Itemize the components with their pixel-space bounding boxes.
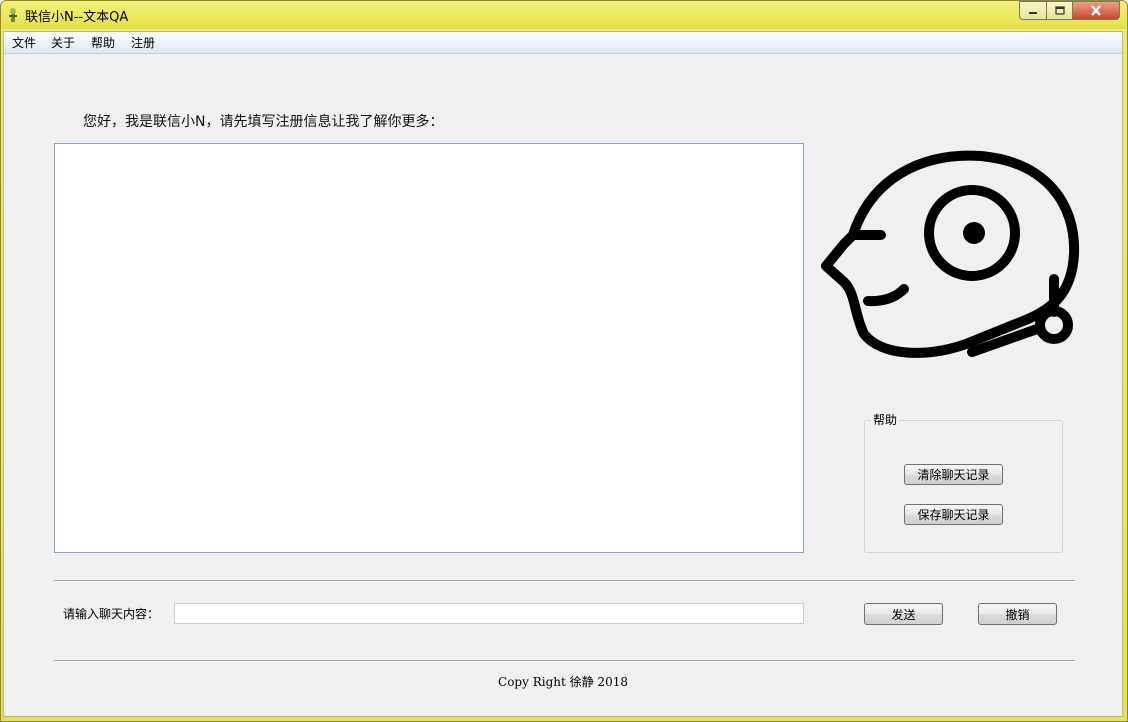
divider-bottom (54, 660, 1075, 662)
menu-file[interactable]: 文件 (12, 34, 36, 51)
menu-help[interactable]: 帮助 (91, 34, 115, 51)
divider-top (54, 580, 1075, 582)
help-group-title: 帮助 (871, 411, 900, 428)
greeting-label: 您好，我是联信小N，请先填写注册信息让我了解你更多： (83, 114, 444, 130)
maximize-button[interactable] (1046, 1, 1072, 20)
undo-button[interactable]: 撤销 (978, 603, 1057, 625)
minimize-button[interactable] (1019, 1, 1046, 20)
minimize-icon (1029, 11, 1037, 14)
app-icon (9, 8, 17, 22)
chat-input[interactable] (174, 603, 804, 624)
app-window: 联信小N--文本QA 文件 关于 帮助 注册 您好，我是联信小N，请先填写注册信… (0, 0, 1128, 722)
robot-head-icon (821, 150, 1080, 358)
copyright-text: Copy Right 徐静 2018 (498, 675, 628, 689)
chat-input-label: 请输入聊天内容： (63, 607, 160, 621)
close-icon (1091, 5, 1101, 16)
send-button[interactable]: 发送 (864, 603, 943, 625)
title-bar[interactable]: 联信小N--文本QA (1, 1, 1127, 29)
window-title: 联信小N--文本QA (25, 10, 129, 25)
save-chat-button[interactable]: 保存聊天记录 (904, 504, 1003, 525)
chat-history[interactable] (54, 143, 804, 553)
clear-chat-button[interactable]: 清除聊天记录 (904, 464, 1003, 485)
maximize-icon (1054, 6, 1065, 15)
help-groupbox (864, 420, 1063, 553)
close-button[interactable] (1072, 1, 1120, 20)
menu-register[interactable]: 注册 (131, 34, 155, 51)
menu-about[interactable]: 关于 (51, 34, 75, 51)
menu-bar: 文件 关于 帮助 注册 (4, 32, 1122, 54)
client-area: 文件 关于 帮助 注册 您好，我是联信小N，请先填写注册信息让我了解你更多： 帮… (3, 31, 1123, 717)
